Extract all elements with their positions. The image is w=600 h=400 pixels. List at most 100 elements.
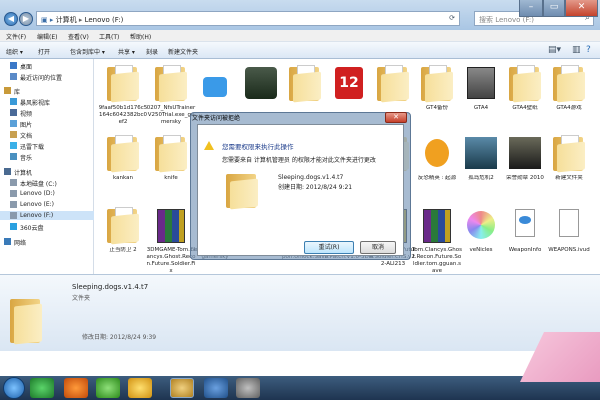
game12-icon[interactable]: 12: [329, 63, 369, 103]
sidebar-item-label: Lenovo (F:): [20, 212, 54, 219]
menu-edit[interactable]: 编辑(E): [37, 32, 57, 41]
new-folder-button[interactable]: 新建文件夹: [168, 47, 198, 56]
menu-file[interactable]: 文件(F): [6, 32, 26, 41]
view-options-icon[interactable]: ▤▾: [548, 45, 561, 55]
game-icon[interactable]: [241, 63, 281, 103]
sidebar-item-label: 网络: [14, 240, 27, 247]
sidebar-item-label: 最近访问的位置: [20, 75, 63, 82]
taskbar-app-icon-6[interactable]: [236, 378, 260, 398]
folder-icon[interactable]: [417, 63, 457, 103]
sidebar-item-10[interactable]: 本地磁盘 (C:): [0, 178, 94, 188]
file-label: WeaponInfo: [508, 247, 542, 253]
sidebar-item-5[interactable]: 图片: [0, 119, 94, 129]
sidebar-item-14[interactable]: 360云盘: [0, 222, 94, 232]
taskbar-explorer-icon[interactable]: [170, 378, 194, 398]
file-label: GTA4: [473, 105, 489, 111]
menu-tools[interactable]: 工具(T): [99, 32, 119, 41]
drive-icon: [10, 190, 17, 197]
taskbar-app-icon-3[interactable]: [96, 378, 120, 398]
close-button[interactable]: ✕: [565, 0, 598, 17]
winrar-icon[interactable]: [151, 205, 191, 245]
app-icon[interactable]: [195, 63, 235, 103]
organize-button[interactable]: 组织 ▾: [6, 47, 23, 56]
taskbar: [0, 376, 600, 400]
folder-icon[interactable]: [549, 133, 589, 173]
forward-button[interactable]: ▶: [19, 12, 33, 26]
blank-icon[interactable]: [549, 205, 589, 245]
taskbar-app-icon-2[interactable]: [64, 378, 88, 398]
folder-icon[interactable]: [373, 63, 413, 103]
taskbar-app-icon-4[interactable]: [128, 378, 152, 398]
file-icon[interactable]: [505, 205, 545, 245]
address-part-drive[interactable]: Lenovo (F:): [85, 16, 124, 24]
burn-button[interactable]: 刻录: [146, 47, 158, 56]
include-in-library-button[interactable]: 包含到库中 ▾: [70, 47, 105, 56]
folder-icon[interactable]: [151, 133, 191, 173]
taskbar-app-icon-5[interactable]: [204, 378, 228, 398]
library-icon: [4, 87, 11, 94]
start-button[interactable]: [3, 377, 25, 399]
address-bar[interactable]: ▣ ▸ 计算机 ▸ Lenovo (F:) ⟳: [36, 11, 460, 26]
sidebar-item-9[interactable]: 计算机: [0, 167, 94, 177]
drive-icon: [10, 201, 17, 208]
sidebar-item-4[interactable]: 视频: [0, 108, 94, 118]
maximize-button[interactable]: ▭: [543, 0, 565, 17]
moh-icon[interactable]: [505, 133, 545, 173]
back-button[interactable]: ◀: [4, 12, 18, 26]
menu-bar: 文件(F) 编辑(E) 查看(V) 工具(T) 帮助(H): [0, 30, 600, 42]
winrar-icon[interactable]: [417, 205, 457, 245]
folder-icon[interactable]: [151, 63, 191, 103]
sidebar-item-15[interactable]: 网络: [0, 237, 94, 247]
drive-icon: [10, 179, 17, 186]
folder-icon[interactable]: [103, 63, 143, 103]
gta-icon[interactable]: [461, 63, 501, 103]
retry-button[interactable]: 重试(R): [304, 241, 354, 254]
command-bar: 组织 ▾ 打开 包含到库中 ▾ 共享 ▾ 刻录 新建文件夹 ▤▾ ▥ ?: [0, 42, 600, 59]
minimize-button[interactable]: –: [519, 0, 543, 17]
open-button[interactable]: 打开: [38, 47, 50, 56]
sidebar-item-0[interactable]: 桌面: [0, 61, 94, 71]
title-bar: ◀ ▶ ▣ ▸ 计算机 ▸ Lenovo (F:) ⟳ 搜索 Lenovo (F…: [0, 0, 600, 30]
help-icon[interactable]: ?: [586, 45, 591, 55]
refresh-icon[interactable]: ⟳: [449, 14, 455, 22]
share-button[interactable]: 共享 ▾: [118, 47, 135, 56]
sidebar-item-label: 本地磁盘 (C:): [20, 181, 57, 188]
sidebar-item-12[interactable]: Lenovo (E:): [0, 200, 94, 209]
cs-icon[interactable]: [417, 133, 457, 173]
folder-icon[interactable]: [103, 133, 143, 173]
sidebar-item-6[interactable]: 文档: [0, 130, 94, 140]
crysis-icon[interactable]: [461, 133, 501, 173]
taskbar-app-icon-1[interactable]: [30, 378, 54, 398]
warning-icon: [204, 141, 214, 150]
file-label: GTA4壁纸: [512, 105, 538, 111]
cancel-button[interactable]: 取消: [360, 241, 396, 254]
sidebar-item-3[interactable]: 暴风影视库: [0, 97, 94, 107]
menu-help[interactable]: 帮助(H): [130, 32, 151, 41]
sidebar-item-7[interactable]: 迅雷下载: [0, 141, 94, 151]
network-icon: [4, 238, 11, 245]
dialog-close-button[interactable]: ✕: [385, 112, 407, 123]
menu-view[interactable]: 查看(V): [68, 32, 89, 41]
file-label: 3DMGAME-Tom.Clancys.Ghost.Recon.Future.S…: [146, 247, 196, 274]
file-label: GT4备份: [426, 105, 448, 111]
search-placeholder: 搜索 Lenovo (F:): [479, 16, 534, 24]
drive-icon: [10, 212, 17, 219]
dialog-folder-created: 创建日期: 2012/8/24 9:21: [278, 184, 353, 191]
folder-icon[interactable]: [505, 63, 545, 103]
disc-icon[interactable]: [461, 205, 501, 245]
folder-icon[interactable]: [549, 63, 589, 103]
folder-icon[interactable]: [103, 205, 143, 245]
sidebar-item-13[interactable]: Lenovo (F:): [0, 211, 94, 220]
sidebar-item-11[interactable]: Lenovo (D:): [0, 189, 94, 198]
sidebar-item-8[interactable]: 音乐: [0, 152, 94, 162]
sidebar-item-2[interactable]: 库: [0, 86, 94, 96]
dialog-message-heading: 您需要权限来执行此操作: [222, 143, 294, 151]
details-type: 文件夹: [72, 295, 91, 302]
video-icon: [10, 109, 17, 116]
folder-icon[interactable]: [285, 63, 325, 103]
file-label: 孤岛危机2: [468, 175, 494, 181]
address-part-computer[interactable]: 计算机: [56, 16, 77, 24]
preview-pane-icon[interactable]: ▥: [572, 45, 581, 55]
sidebar-item-1[interactable]: 最近访问的位置: [0, 72, 94, 82]
sidebar-item-label: 360云盘: [20, 225, 44, 232]
